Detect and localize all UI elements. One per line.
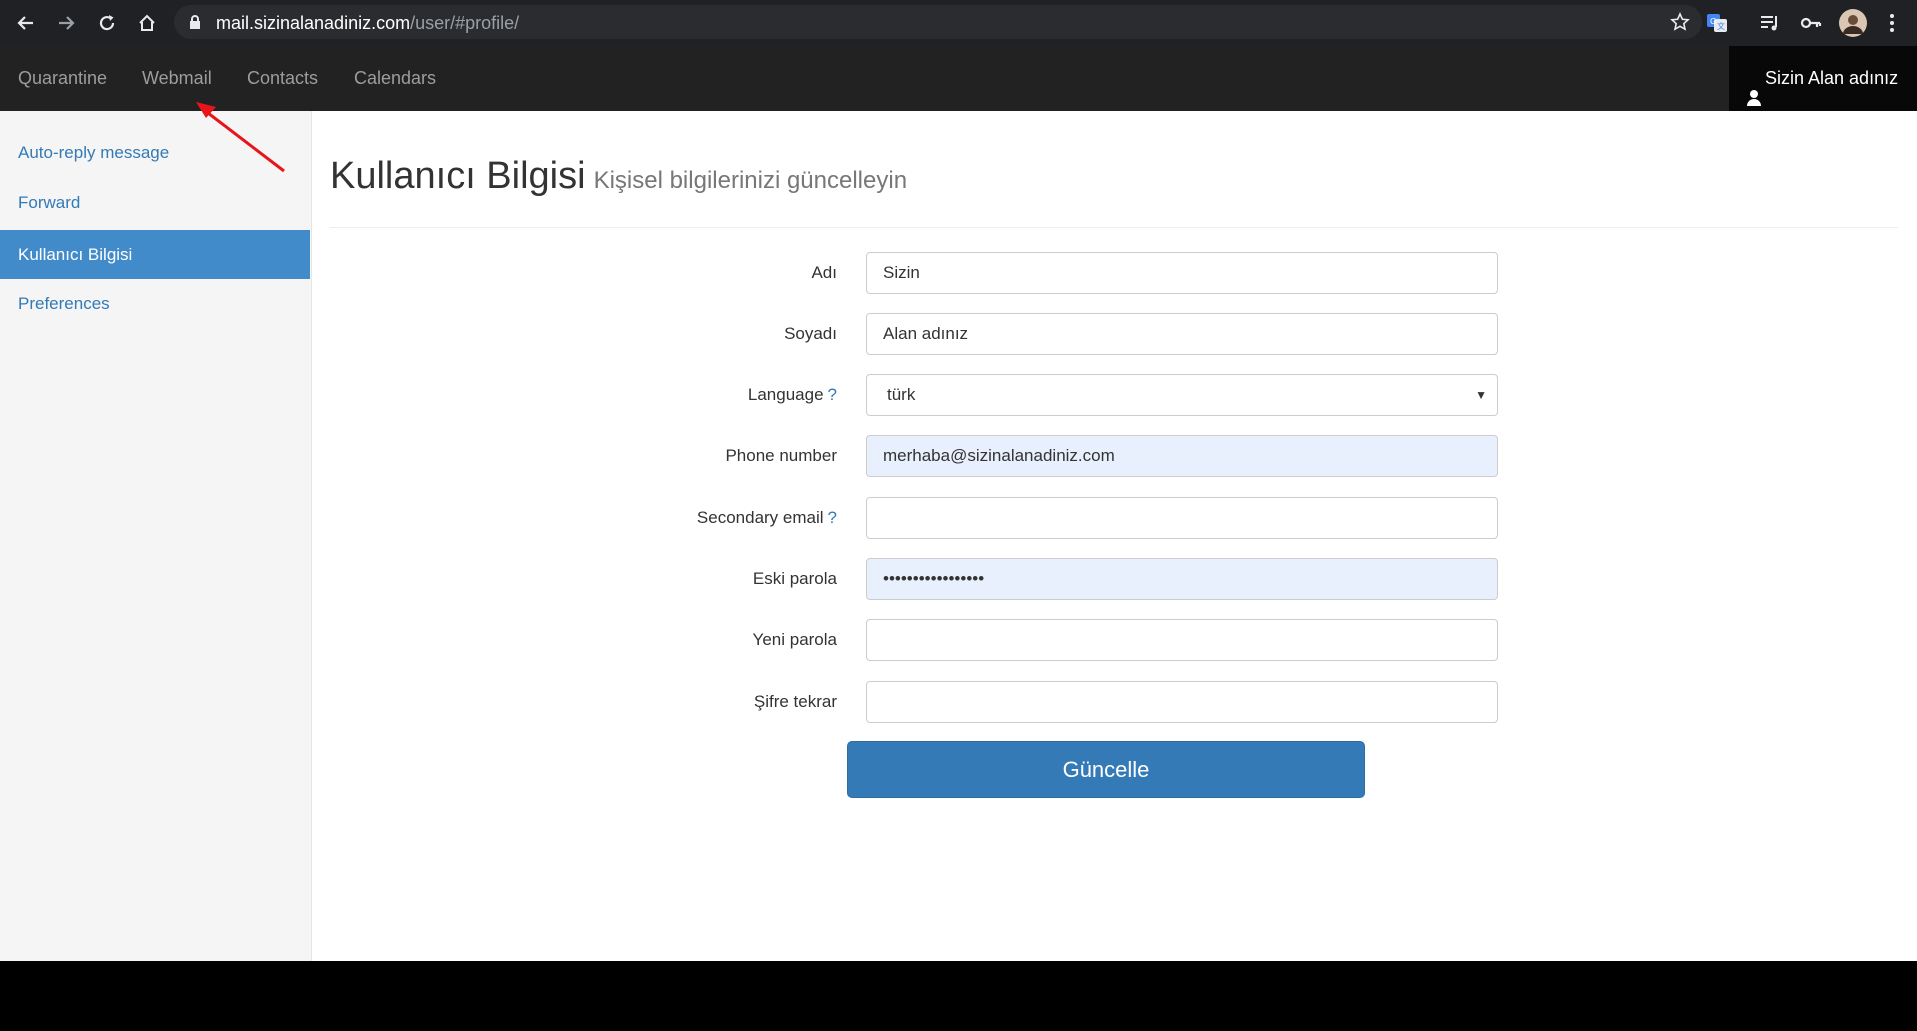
url-path: /user/#profile/: [410, 13, 520, 33]
first-name-label: Adı: [811, 263, 837, 282]
phone-label: Phone number: [725, 446, 837, 465]
language-select[interactable]: türk ▼: [866, 374, 1498, 416]
new-password-row: Yeni parola: [312, 619, 1917, 661]
forward-icon[interactable]: [54, 11, 78, 35]
lock-icon: [188, 14, 202, 35]
sidebar-item-preferences[interactable]: Preferences: [0, 279, 310, 328]
profile-avatar[interactable]: [1839, 9, 1867, 37]
old-password-input[interactable]: [866, 558, 1498, 600]
secondary-email-help-link[interactable]: ?: [828, 508, 837, 527]
new-password-input[interactable]: [866, 619, 1498, 661]
first-name-row: Adı: [312, 252, 1917, 294]
password-repeat-label: Şifre tekrar: [753, 692, 837, 711]
page-header: Kullanıcı Bilgisi Kişisel bilgilerinizi g…: [330, 155, 1898, 228]
new-password-label: Yeni parola: [752, 630, 837, 649]
update-button[interactable]: Güncelle: [847, 741, 1365, 798]
translate-icon[interactable]: G文: [1705, 11, 1729, 35]
user-menu[interactable]: Sizin Alan adınız: [1729, 46, 1917, 111]
secondary-email-label: Secondary email?: [696, 508, 837, 527]
phone-input[interactable]: [866, 435, 1498, 477]
browser-toolbar: mail.sizinalanadiniz.com/user/#profile/ …: [0, 0, 1917, 46]
address-bar[interactable]: mail.sizinalanadiniz.com/user/#profile/: [174, 5, 1702, 39]
nav-calendars[interactable]: Calendars: [354, 46, 436, 111]
back-icon[interactable]: [14, 11, 38, 35]
sidebar-item-user-info[interactable]: Kullanıcı Bilgisi: [0, 230, 310, 279]
nav-webmail[interactable]: Webmail: [142, 46, 212, 111]
user-name: Sizin Alan adınız: [1765, 68, 1899, 88]
chevron-down-icon: ▼: [1475, 388, 1487, 402]
sidebar: Auto-reply message Forward Kullanıcı Bil…: [0, 111, 312, 961]
last-name-row: Soyadı: [312, 313, 1917, 355]
language-help-link[interactable]: ?: [828, 385, 837, 404]
svg-text:G: G: [1710, 17, 1716, 26]
secondary-email-input[interactable]: [866, 497, 1498, 539]
old-password-label: Eski parola: [752, 569, 837, 588]
first-name-input[interactable]: [866, 252, 1498, 294]
media-queue-icon[interactable]: [1758, 11, 1782, 35]
bookmark-star-icon[interactable]: [1670, 12, 1690, 37]
nav-quarantine[interactable]: Quarantine: [18, 46, 107, 111]
page-subtitle: Kişisel bilgilerinizi güncelleyin: [593, 167, 908, 194]
main-content: Kullanıcı Bilgisi Kişisel bilgilerinizi g…: [312, 111, 1917, 961]
old-password-row: Eski parola: [312, 558, 1917, 600]
home-icon[interactable]: [135, 11, 159, 35]
kebab-menu-icon[interactable]: [1880, 11, 1904, 35]
url-text: mail.sizinalanadiniz.com/user/#profile/: [216, 13, 519, 34]
last-name-input[interactable]: [866, 313, 1498, 355]
phone-row: Phone number: [312, 435, 1917, 477]
sidebar-item-auto-reply[interactable]: Auto-reply message: [0, 128, 310, 177]
language-label: Language?: [747, 385, 837, 404]
sidebar-item-forward[interactable]: Forward: [0, 178, 310, 227]
password-repeat-row: Şifre tekrar: [312, 681, 1917, 723]
language-selected-value: türk: [887, 385, 916, 404]
secondary-email-row: Secondary email?: [312, 497, 1917, 539]
page-title: Kullanıcı Bilgisi: [330, 155, 586, 197]
password-repeat-input[interactable]: [866, 681, 1498, 723]
key-icon[interactable]: [1799, 11, 1823, 35]
svg-text:文: 文: [1717, 21, 1725, 31]
language-row: Language? türk ▼: [312, 374, 1917, 416]
url-host: mail.sizinalanadiniz.com: [216, 13, 411, 33]
app-navbar: Quarantine Webmail Contacts Calendars Si…: [0, 46, 1917, 112]
reload-icon[interactable]: [95, 11, 119, 35]
last-name-label: Soyadı: [784, 324, 837, 343]
nav-contacts[interactable]: Contacts: [247, 46, 318, 111]
